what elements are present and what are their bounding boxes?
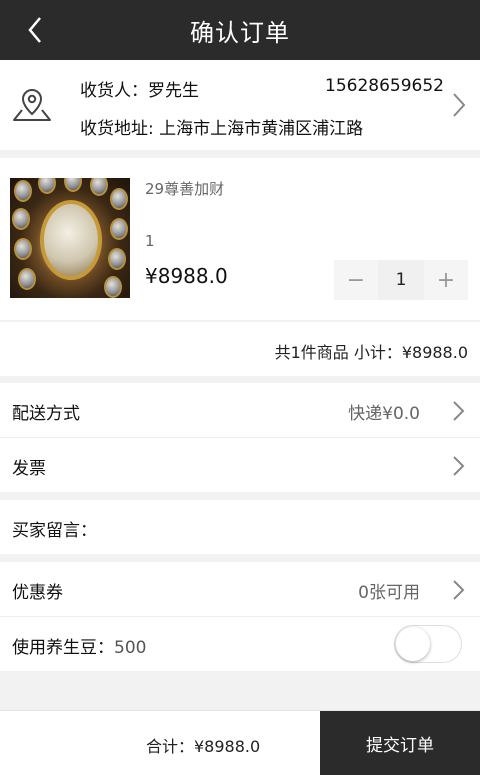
delivery-label: 配送方式 [12, 404, 80, 424]
buyer-message-label: 买家留言： [12, 521, 97, 541]
invoice-label: 发票 [12, 459, 46, 479]
order-total: 合计：¥8988.0 [146, 737, 261, 756]
page-title: 确认订单 [190, 18, 290, 47]
recipient-phone: 15628659652 [325, 76, 444, 96]
location-map-icon [13, 88, 51, 121]
quantity-stepper: − 1 + [334, 260, 468, 300]
toggle-knob [396, 627, 430, 661]
checkout-footer: 合计：¥8988.0 提交订单 [0, 710, 480, 775]
product-price: ¥8988.0 [145, 264, 228, 288]
subtotal-text: 共1件商品 小计：¥8988.0 [274, 343, 468, 362]
health-beans-row: 使用养生豆：500 [0, 617, 480, 671]
coupon-label: 优惠券 [12, 583, 63, 603]
product-spec: 1 [145, 232, 155, 250]
delivery-value: 快递¥0.0 [348, 404, 420, 424]
invoice-row[interactable]: 发票 [0, 438, 480, 492]
product-thumbnail[interactable] [10, 178, 130, 298]
product-name[interactable]: 29尊善加财 [145, 178, 224, 199]
chevron-right-icon [453, 580, 465, 600]
chevron-right-icon [453, 93, 466, 117]
health-beans-amount: 500 [114, 638, 147, 658]
quantity-value[interactable]: 1 [378, 260, 424, 300]
delivery-method-row[interactable]: 配送方式 快递¥0.0 [0, 383, 480, 437]
chevron-right-icon [453, 456, 465, 476]
address-card[interactable]: 收货人：罗先生 15628659652 收货地址: 上海市上海市黄浦区浦江路 [0, 60, 480, 150]
buyer-message-row[interactable]: 买家留言： [0, 500, 480, 554]
increase-quantity-button[interactable]: + [424, 260, 468, 300]
shipping-address: 收货地址: 上海市上海市黄浦区浦江路 [80, 119, 364, 139]
recipient-name: 收货人：罗先生 [80, 81, 199, 101]
coupon-value: 0张可用 [358, 583, 420, 603]
health-beans-label-text: 使用养生豆： [12, 638, 114, 658]
product-item: 29尊善加财 1 ¥8988.0 − 1 + [0, 158, 480, 320]
submit-order-button[interactable]: 提交订单 [320, 711, 480, 775]
chevron-right-icon [453, 401, 465, 421]
subtotal-bar: 共1件商品 小计：¥8988.0 [0, 322, 480, 376]
coupon-row[interactable]: 优惠券 0张可用 [0, 562, 480, 616]
decrease-quantity-button[interactable]: − [334, 260, 378, 300]
header-bar: 确认订单 [0, 0, 480, 60]
chevron-left-icon [28, 17, 41, 43]
health-beans-label: 使用养生豆：500 [12, 633, 146, 658]
back-button[interactable] [20, 12, 50, 48]
health-beans-toggle[interactable] [394, 625, 462, 663]
